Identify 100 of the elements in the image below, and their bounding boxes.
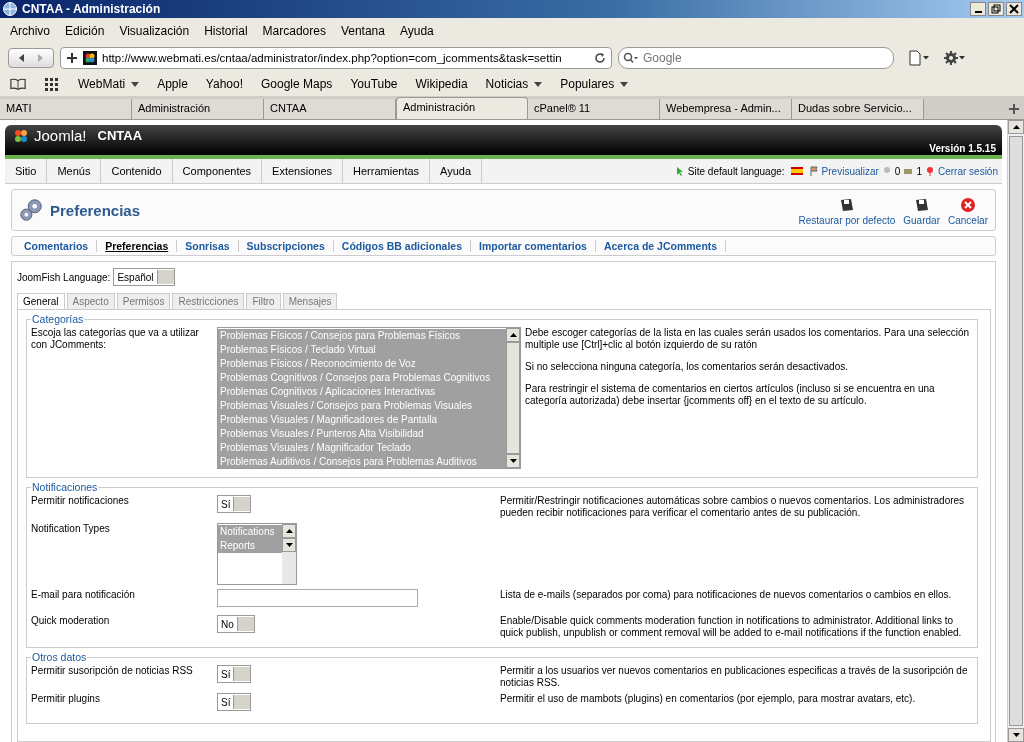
admin-menu-item[interactable]: Herramientas [343, 159, 431, 183]
address-field[interactable]: http://www.webmati.es/cntaa/administrator/index.php?option=com_jcomments&task=settin [60, 47, 612, 69]
bookmark-item[interactable]: Wikipedia [415, 77, 468, 91]
browser-tab[interactable]: Webempresa - Admin... [660, 99, 792, 119]
form-tab[interactable]: Filtro [246, 293, 281, 309]
language-select[interactable]: Español [113, 268, 175, 286]
plus-icon[interactable] [66, 52, 78, 64]
scroll-down-icon[interactable] [509, 459, 517, 463]
yes-no-select[interactable]: No [217, 615, 255, 633]
bookmark-item[interactable]: WebMati [78, 77, 126, 91]
browser-tab[interactable]: Dudas sobre Servicio... [792, 99, 924, 119]
caret-icon[interactable] [534, 81, 543, 87]
language-label: JoomFish Language: [17, 271, 111, 283]
submenu-link[interactable]: Códigos BB adicionales [333, 240, 471, 252]
maximize-button[interactable] [988, 2, 1004, 16]
menu-item[interactable]: Historial [204, 24, 248, 38]
menu-item[interactable]: Archivo [10, 24, 50, 38]
field-description: Permitir el uso de mambots (plugins) en comentarios (por ejemplo, para mostrar avatars, etc). [500, 693, 917, 705]
menu-item[interactable]: Edición [65, 24, 105, 38]
yes-no-select[interactable]: Sí [217, 665, 252, 683]
close-button[interactable] [1006, 2, 1022, 16]
submenu-link[interactable]: Importar comentarios [471, 240, 596, 252]
yes-no-select[interactable]: Sí [217, 495, 252, 513]
scroll-up-icon[interactable] [1012, 125, 1020, 129]
submenu-link[interactable]: Subscripciones [238, 240, 334, 252]
page-scrollbar[interactable] [1007, 120, 1024, 742]
preview-link[interactable]: Previsualizar [821, 165, 879, 177]
submenu-link[interactable]: Acerca de JComments [595, 240, 727, 252]
browser-tab[interactable]: Administración [132, 99, 264, 119]
bookmark-item[interactable]: Yahoo! [205, 77, 243, 91]
field-label: Notification Types [31, 523, 111, 536]
field-label: Permitir notificaciones [31, 495, 130, 508]
browser-tab[interactable]: CNTAA [264, 99, 396, 119]
bookmark-item[interactable]: Populares [560, 77, 615, 91]
admin-menu-item[interactable]: Componentes [172, 159, 263, 183]
bookmark-item[interactable]: Noticias [485, 77, 529, 91]
caret-icon[interactable] [620, 81, 629, 87]
settings-icon[interactable] [944, 50, 966, 66]
email-input-field[interactable] [217, 589, 418, 607]
menu-item[interactable]: Marcadores [262, 24, 326, 38]
browser-tab[interactable]: cPanel® 11 [528, 99, 660, 119]
form-tab[interactable]: Restricciones [172, 293, 245, 309]
submenu-link[interactable]: Preferencias [97, 240, 178, 252]
scrollbar[interactable] [506, 328, 520, 468]
save-icon [838, 197, 855, 213]
form-tab[interactable]: Aspecto [66, 293, 115, 309]
form-tab[interactable]: Permisos [116, 293, 171, 309]
new-tab-icon[interactable] [1008, 103, 1020, 115]
fieldset-legend: Notificaciones [31, 481, 99, 493]
field-description: Enable/Disable quick comments moderation function in notifications to administrator. Additional links to quick publish, unpublish or comment removal will be added to e-mail notifications if the function enabled. [500, 615, 963, 639]
form-tab[interactable]: General [17, 293, 65, 309]
grid-icon[interactable] [44, 77, 60, 91]
count-text: 1 [916, 165, 922, 177]
field-label: E-mail para notificación [31, 589, 136, 602]
search-field[interactable]: Google [618, 47, 894, 69]
field-description: Debe escoger categorías de la lista en las cuales serán usados los comentarios. Para una selección multiple use [Ctrl]+clic al botón izquierdo de su ratón [525, 327, 971, 351]
joomla-logo-icon [13, 127, 29, 144]
back-icon[interactable] [17, 53, 27, 63]
submenu-link[interactable]: Comentarios [16, 240, 98, 252]
toolbar-button[interactable]: Restaurar por defecto [795, 197, 899, 226]
field-label: Quick moderation [31, 615, 111, 628]
admin-menu-item[interactable]: Extensiones [262, 159, 344, 183]
bookmark-item[interactable]: Google Maps [261, 77, 333, 91]
field-description: Para restringir el sistema de comentarios en ciertos artículos (incluso si se encuentra en una categoría autorizada) debe insertar {jcomments off} en el texto de su artículo. [525, 383, 936, 407]
scroll-up-icon[interactable] [509, 333, 517, 337]
minimize-button[interactable] [970, 2, 986, 16]
bookmark-item[interactable]: YouTube [350, 77, 398, 91]
menu-item[interactable]: Ayuda [399, 24, 434, 38]
browser-tab[interactable]: Administración [396, 97, 528, 119]
fieldset-legend: Categorías [31, 313, 85, 325]
save-icon [913, 197, 930, 213]
logout-link[interactable]: Cerrar sesión [937, 165, 998, 177]
scrollbar[interactable] [282, 524, 296, 584]
bookmark-item[interactable]: Apple [157, 77, 188, 91]
flag-icon [790, 167, 803, 175]
scroll-down-icon[interactable] [285, 543, 293, 547]
admin-menu-item[interactable]: Ayuda [430, 159, 483, 183]
admin-menu-item[interactable]: Contenido [101, 159, 173, 183]
menu-item[interactable]: Ventana [340, 24, 385, 38]
page-title: Preferencias [50, 201, 141, 219]
gears-icon [18, 197, 44, 223]
menu-item[interactable]: Visualización [119, 24, 190, 38]
toolbar-button[interactable]: Guardar [900, 197, 943, 226]
pointer-icon [674, 166, 685, 176]
field-description: Lista de e-mails (separados por coma) para notificaciones de nuevos comentarios o cambios en ellos. [500, 589, 953, 601]
field-label: Permitir plugins [31, 693, 101, 706]
form-tab[interactable]: Mensajes [282, 293, 338, 309]
caret-icon[interactable] [131, 81, 140, 87]
toolbar-button[interactable]: Cancelar [944, 197, 991, 226]
back-forward-control[interactable] [8, 48, 54, 68]
scroll-down-icon[interactable] [1012, 733, 1020, 737]
reload-icon[interactable] [594, 52, 606, 64]
browser-tab[interactable]: MATI [0, 99, 132, 119]
admin-menu-item[interactable]: Sitio [5, 159, 48, 183]
bookmarks-book-icon[interactable] [10, 77, 26, 91]
yes-no-select[interactable]: Sí [217, 693, 252, 711]
page-menu-icon[interactable] [908, 50, 930, 66]
admin-menu-item[interactable]: Menús [47, 159, 102, 183]
scroll-up-icon[interactable] [285, 529, 293, 533]
submenu-link[interactable]: Sonrisas [177, 240, 239, 252]
